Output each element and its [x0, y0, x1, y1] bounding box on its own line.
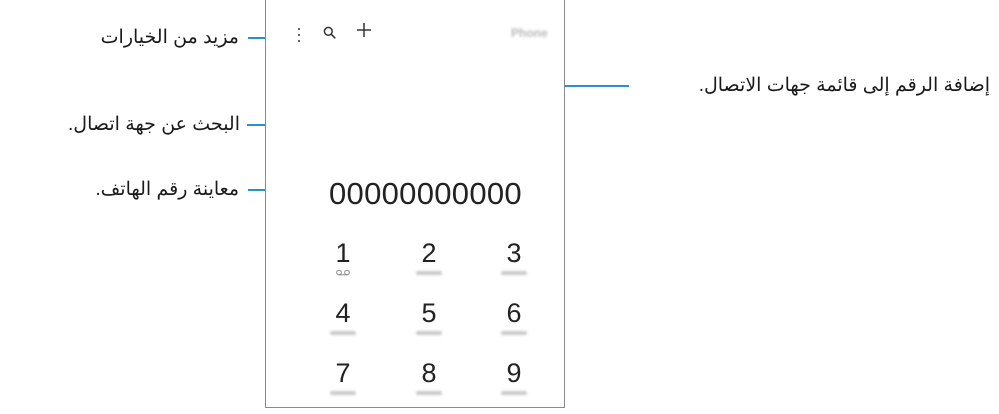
key-9-digit: 9 — [506, 358, 522, 388]
key-6[interactable]: 6 — [494, 299, 534, 335]
key-4-digit: 4 — [335, 298, 351, 328]
key-5-letters — [416, 331, 442, 335]
app-title: Phone — [511, 26, 548, 40]
key-3[interactable]: 3 — [494, 239, 534, 275]
key-7-digit: 7 — [335, 358, 351, 388]
key-3-digit: 3 — [506, 238, 522, 268]
more-options-icon[interactable] — [297, 28, 301, 42]
key-1-digit: 1 — [335, 238, 351, 268]
key-9[interactable]: 9 — [494, 359, 534, 395]
key-2-letters — [416, 271, 442, 275]
callout-more-options: مزيد من الخيارات — [100, 27, 239, 48]
key-7[interactable]: 7 — [323, 359, 363, 395]
key-8-letters — [416, 391, 442, 395]
key-4-letters — [330, 331, 356, 335]
phone-screen: Phone 00000000000 1 2 3 4 5 6 7 8 9 — [265, 0, 565, 408]
callout-search-contact: البحث عن جهة اتصال. — [68, 114, 240, 135]
callout-add-to-contacts: إضافة الرقم إلى قائمة جهات الاتصال. — [698, 75, 990, 96]
key-2-digit: 2 — [421, 238, 437, 268]
voicemail-icon — [336, 269, 350, 276]
key-2[interactable]: 2 — [409, 239, 449, 275]
phone-number-preview: 00000000000 — [329, 176, 522, 211]
key-3-letters — [501, 271, 527, 275]
key-7-letters — [330, 391, 356, 395]
key-8-digit: 8 — [421, 358, 437, 388]
search-icon[interactable] — [323, 26, 336, 39]
key-5-digit: 5 — [421, 298, 437, 328]
key-6-letters — [501, 331, 527, 335]
key-4[interactable]: 4 — [323, 299, 363, 335]
key-8[interactable]: 8 — [409, 359, 449, 395]
key-9-letters — [501, 391, 527, 395]
key-5[interactable]: 5 — [409, 299, 449, 335]
key-1[interactable]: 1 — [323, 239, 363, 276]
add-icon[interactable] — [356, 22, 372, 38]
callout-number-preview: معاينة رقم الهاتف. — [95, 179, 239, 200]
key-6-digit: 6 — [506, 298, 522, 328]
